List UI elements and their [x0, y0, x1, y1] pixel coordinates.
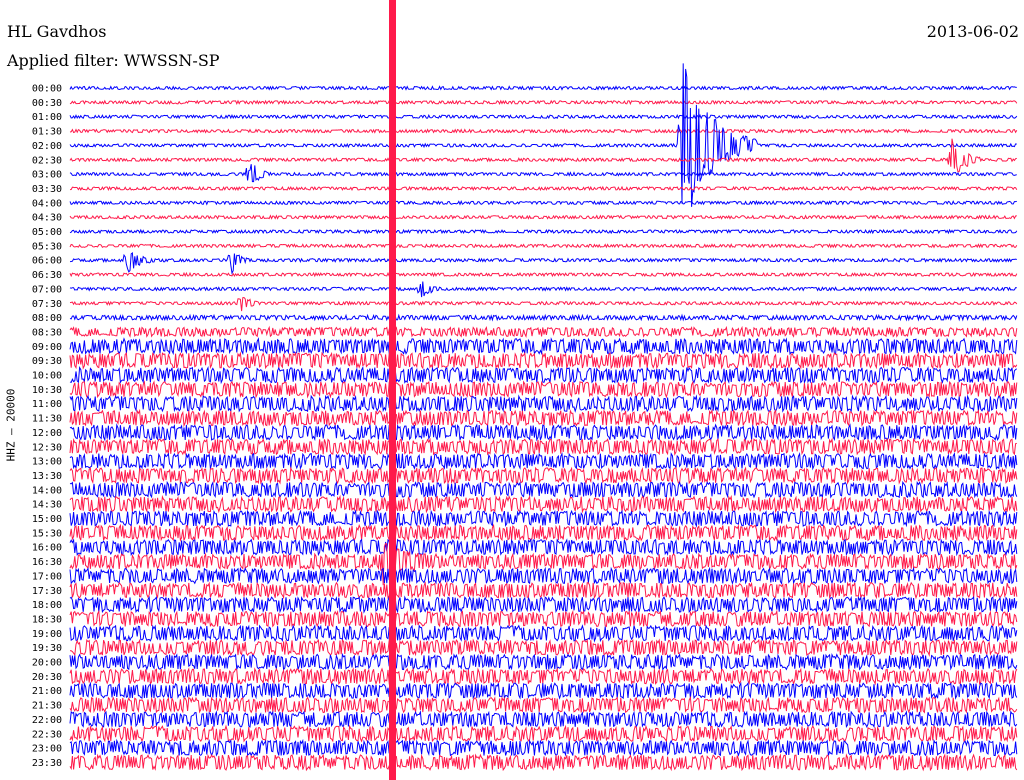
- trace-line: [69, 164, 1017, 183]
- trace-line: [69, 538, 1018, 557]
- trace-line: [69, 466, 1018, 485]
- trace-line: [69, 753, 1018, 772]
- time-tick-label: 09:00: [32, 342, 62, 353]
- time-tick-label: 01:00: [32, 112, 62, 123]
- time-tick-label: 08:00: [32, 313, 62, 324]
- trace-line: [69, 296, 1018, 312]
- trace-line: [69, 199, 1017, 206]
- time-tick-label: 21:30: [32, 701, 62, 712]
- helicorder-panel: HL Gavdhos Applied filter: WWSSN-SP 2013…: [0, 0, 1024, 780]
- time-tick-label: 17:00: [32, 571, 62, 582]
- time-tick-label: 23:00: [32, 744, 62, 755]
- time-tick-label: 10:30: [32, 385, 62, 396]
- trace-line: [69, 581, 1018, 600]
- trace-line: [69, 325, 1018, 339]
- trace-line: [69, 738, 1018, 757]
- trace-line: [69, 281, 1017, 298]
- time-tick-label: 00:30: [32, 98, 62, 109]
- trace-line: [69, 566, 1018, 585]
- time-tick-label: 16:30: [32, 557, 62, 568]
- helicorder-plot: 00:00 00:30 01:00 01:30 02:00 02:30 03:00 03:30…: [32, 0, 1018, 780]
- trace-line: [69, 437, 1017, 456]
- trace-line: [69, 128, 1018, 134]
- time-tick-label: 17:30: [32, 586, 62, 597]
- trace-line: [69, 252, 1017, 275]
- trace-line: [69, 243, 1018, 249]
- time-tick-label: 15:00: [32, 514, 62, 525]
- trace-line: [69, 351, 1018, 370]
- trace-line: [69, 494, 1018, 514]
- time-tick-label: 03:30: [32, 184, 62, 195]
- trace-line: [69, 695, 1018, 714]
- trace-line: [69, 99, 1018, 106]
- trace-line: [69, 214, 1017, 220]
- trace-line: [69, 271, 1018, 278]
- time-tick-label: 05:00: [32, 227, 62, 238]
- trace-line: [69, 667, 1018, 686]
- time-tick-label: 11:00: [32, 399, 62, 410]
- trace-line: [69, 609, 1018, 628]
- time-tick-label: 13:00: [32, 457, 62, 468]
- trace-line: [69, 652, 1018, 671]
- time-tick-label: 21:00: [32, 686, 62, 697]
- trace-line: [69, 408, 1018, 428]
- time-tick-label: 20:30: [32, 672, 62, 683]
- trace-line: [69, 523, 1018, 543]
- trace-line: [69, 63, 1017, 207]
- trace-line: [69, 509, 1018, 528]
- time-tick-label: 03:00: [32, 170, 62, 181]
- trace-line: [69, 313, 1018, 322]
- time-tick-label: 01:30: [32, 127, 62, 138]
- time-tick-label: 11:30: [32, 414, 62, 425]
- time-tick-label: 13:30: [32, 471, 62, 482]
- time-tick-label: 19:00: [32, 629, 62, 640]
- saturation-spike: [389, 0, 396, 780]
- time-tick-label: 05:30: [32, 241, 62, 252]
- time-tick-label: 12:30: [32, 442, 62, 453]
- trace-line: [69, 394, 1018, 413]
- trace-line: [69, 710, 1018, 729]
- time-tick-label: 18:30: [32, 614, 62, 625]
- trace-line: [69, 681, 1018, 700]
- trace-line: [69, 85, 1017, 91]
- time-tick-label: 07:30: [32, 299, 62, 310]
- trace-line: [69, 185, 1018, 192]
- time-tick-label: 06:00: [32, 256, 62, 267]
- time-tick-label: 14:30: [32, 500, 62, 511]
- trace-line: [69, 623, 1018, 643]
- trace-line: [69, 113, 1018, 120]
- time-tick-label: 08:30: [32, 327, 62, 338]
- trace-line: [69, 480, 1018, 499]
- trace-line: [69, 380, 1018, 399]
- trace-line: [69, 365, 1018, 385]
- trace-line: [69, 228, 1018, 235]
- time-tick-label: 06:30: [32, 270, 62, 281]
- time-tick-label: 00:00: [32, 84, 62, 95]
- trace-line: [70, 638, 1018, 657]
- trace-line: [69, 451, 1018, 471]
- time-tick-label: 15:30: [32, 528, 62, 539]
- time-tick-label: 12:00: [32, 428, 62, 439]
- time-tick-label: 14:00: [32, 485, 62, 496]
- trace-line: [69, 423, 1018, 442]
- time-tick-label: 10:00: [32, 371, 62, 382]
- time-tick-label: 22:30: [32, 729, 62, 740]
- time-tick-label: 16:00: [32, 543, 62, 554]
- time-tick-label: 04:00: [32, 198, 62, 209]
- time-tick-label: 04:30: [32, 213, 62, 224]
- trace-line: [69, 337, 1018, 356]
- trace-line: [69, 595, 1018, 614]
- time-tick-label: 23:30: [32, 758, 62, 769]
- time-tick-label: 19:30: [32, 643, 62, 654]
- time-tick-label: 22:00: [32, 715, 62, 726]
- time-tick-label: 02:00: [32, 141, 62, 152]
- time-tick-label: 07:00: [32, 284, 62, 295]
- time-tick-label: 09:30: [32, 356, 62, 367]
- time-tick-label: 20:00: [32, 658, 62, 669]
- time-tick-label: 18:00: [32, 600, 62, 611]
- trace-line: [69, 724, 1018, 744]
- time-tick-label: 02:30: [32, 155, 62, 166]
